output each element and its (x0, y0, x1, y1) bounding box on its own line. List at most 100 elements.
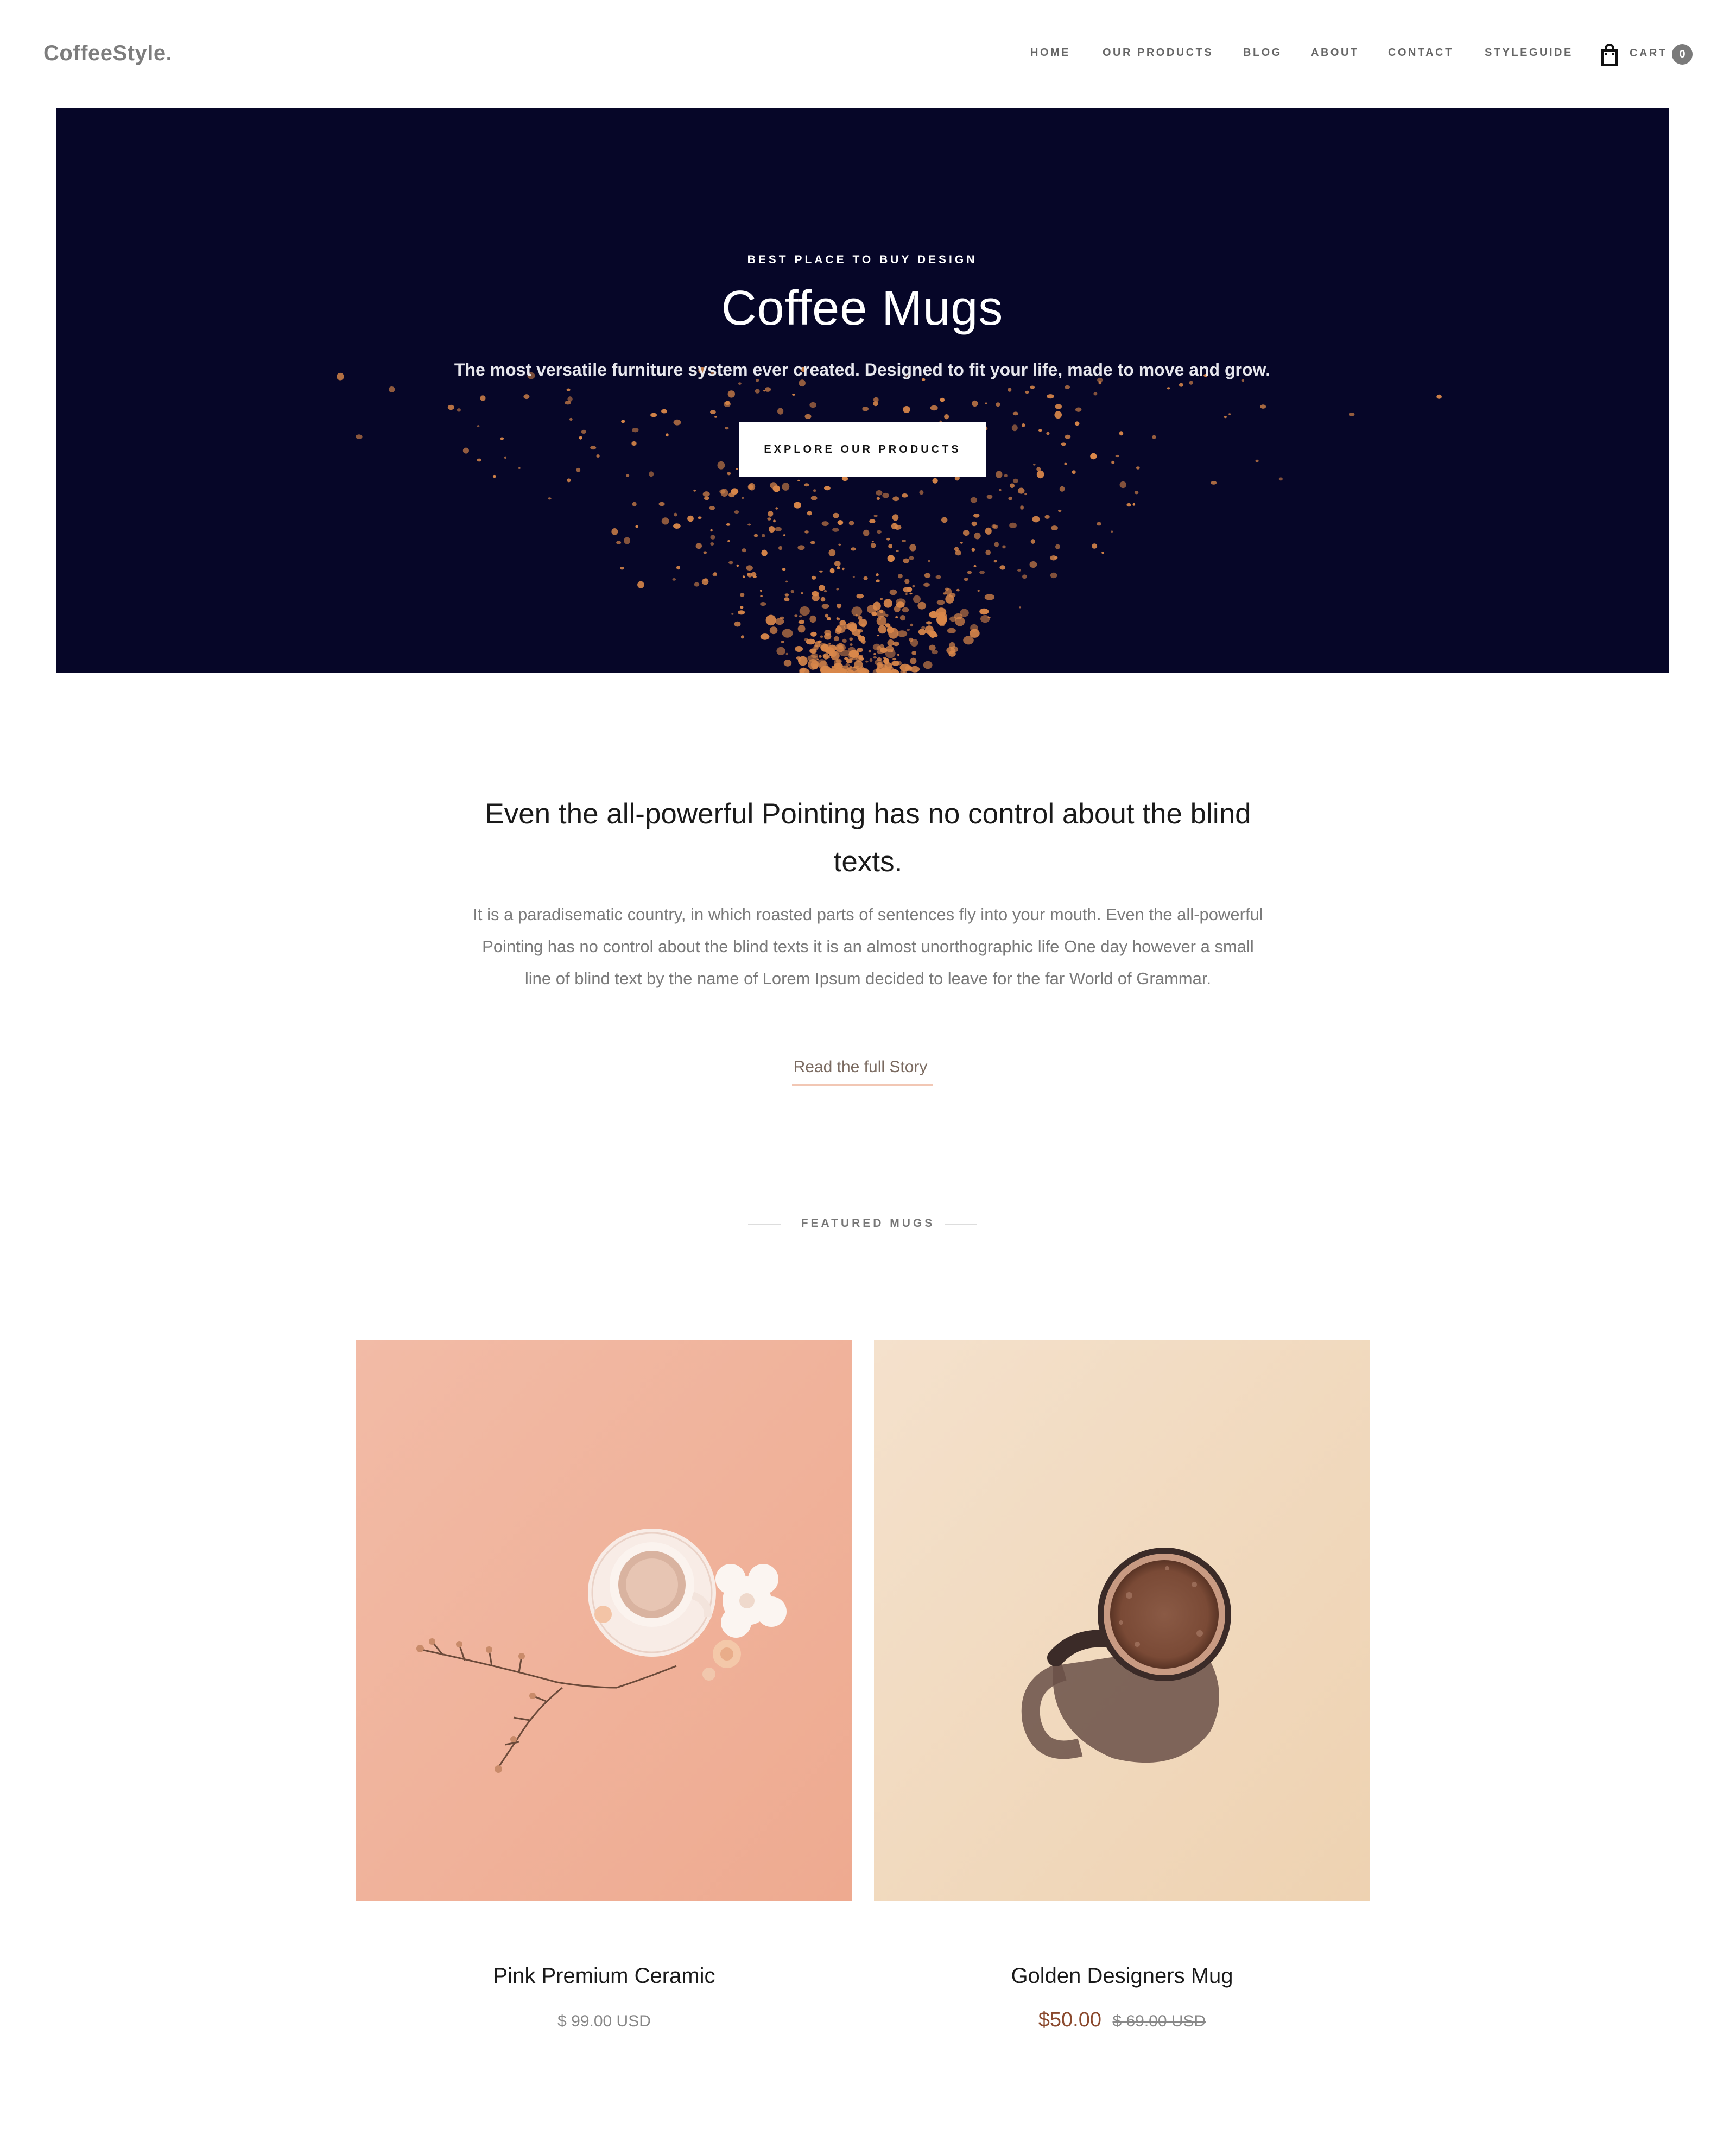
coffee-particle (548, 497, 552, 500)
golden-mug-photo (874, 1340, 1370, 1901)
coffee-particle (780, 616, 784, 619)
coffee-particle (877, 649, 884, 654)
coffee-particle (693, 489, 696, 492)
nav-our-products[interactable]: OUR PRODUCTS (1103, 47, 1213, 59)
coffee-particle (831, 666, 834, 668)
product-name[interactable]: Pink Premium Ceramic (356, 1964, 852, 1988)
coffee-particle (1101, 552, 1105, 554)
coffee-particle (797, 545, 805, 550)
coffee-particle (909, 592, 913, 595)
coffee-particle (999, 489, 1002, 491)
coffee-particle (873, 401, 878, 407)
coffee-particle (783, 660, 792, 667)
coffee-particle (773, 519, 776, 523)
coffee-particle (523, 394, 530, 400)
hero-subtitle: The most versatile furniture system ever… (454, 360, 1271, 379)
coffee-particle (635, 525, 638, 528)
coffee-particle (1255, 459, 1259, 462)
coffee-particle (673, 419, 681, 426)
coffee-particle (1009, 522, 1017, 529)
coffee-particle (710, 542, 714, 546)
coffee-particle (837, 566, 840, 569)
coffee-particle (863, 576, 868, 580)
coffee-particle (726, 523, 731, 526)
coffee-particle (698, 516, 702, 519)
coffee-particle (1111, 460, 1115, 464)
coffee-particle (785, 580, 788, 583)
coffee-particle (837, 618, 841, 621)
read-story-link[interactable]: Read the full Story (788, 1058, 933, 1076)
coffee-particle (569, 417, 573, 421)
coffee-particle (576, 467, 581, 472)
coffee-particle (828, 643, 831, 645)
coffee-particle (821, 521, 829, 527)
coffee-particle (790, 590, 795, 593)
coffee-particle (760, 602, 766, 606)
coffee-particle (1097, 522, 1101, 526)
coffee-particle (710, 410, 716, 414)
coffee-particle (727, 472, 731, 476)
coffee-particle (984, 594, 995, 600)
cart-button[interactable]: CART 0 (1600, 42, 1698, 67)
coffee-particle (765, 387, 771, 392)
coffee-particle (970, 629, 980, 638)
coffee-particle (1119, 431, 1124, 436)
coffee-particle (955, 616, 965, 626)
coffee-particle (767, 517, 771, 521)
coffee-particle (674, 512, 677, 517)
coffee-particle (870, 542, 876, 548)
coffee-particle (954, 547, 959, 552)
coffee-particle (973, 565, 977, 567)
coffee-particle (899, 615, 906, 621)
coffee-particle (904, 579, 910, 584)
coffee-particle (842, 476, 846, 479)
coffee-particle (829, 568, 835, 574)
nav-home[interactable]: HOME (1030, 47, 1070, 59)
coffee-particle (935, 575, 942, 579)
coffee-particle (883, 657, 889, 664)
coffee-particle (835, 628, 842, 635)
coffee-particle (846, 658, 853, 663)
coffee-particle (1017, 569, 1021, 572)
nav-about[interactable]: ABOUT (1311, 47, 1359, 59)
product-name[interactable]: Golden Designers Mug (874, 1964, 1370, 1988)
coffee-particle (799, 606, 810, 616)
coffee-particle (929, 644, 936, 651)
coffee-particle (637, 581, 644, 588)
product-image-pink-ceramic[interactable] (356, 1340, 852, 1901)
coffee-particle (818, 640, 822, 644)
nav-blog[interactable]: BLOG (1243, 47, 1282, 59)
coffee-particle (883, 599, 892, 608)
coffee-particle (876, 616, 887, 626)
coffee-particle (760, 633, 770, 640)
coffee-particle (828, 549, 836, 556)
coffee-particle (492, 474, 496, 478)
coffee-particle (858, 616, 863, 620)
product-image-golden-mug[interactable] (874, 1340, 1370, 1901)
coffee-particle (742, 575, 745, 579)
coffee-particle (810, 648, 817, 654)
coffee-particle (1024, 492, 1027, 496)
coffee-particle (912, 585, 915, 588)
nav-styleguide[interactable]: STYLEGUIDE (1485, 47, 1573, 59)
coffee-particle (1008, 388, 1012, 392)
coffee-particle (944, 414, 949, 420)
coffee-particle (620, 567, 624, 570)
explore-products-button[interactable]: EXPLORE OUR PRODUCTS (739, 422, 986, 477)
coffee-particle (909, 544, 916, 552)
coffee-particle (907, 586, 913, 592)
coffee-particle (710, 529, 713, 532)
coffee-particle (876, 497, 880, 500)
nav-contact[interactable]: CONTACT (1388, 47, 1454, 59)
coffee-particle (579, 436, 582, 440)
coffee-particle (760, 595, 763, 597)
coffee-particle (666, 433, 669, 437)
coffee-particle (720, 489, 728, 497)
coffee-particle (799, 615, 802, 618)
coffee-particle (892, 657, 897, 661)
coffee-particle (892, 514, 899, 521)
link-underline (792, 1084, 933, 1086)
coffee-particle (1010, 483, 1015, 488)
coffee-particle (1038, 429, 1042, 432)
coffee-particles-image (337, 367, 1442, 673)
